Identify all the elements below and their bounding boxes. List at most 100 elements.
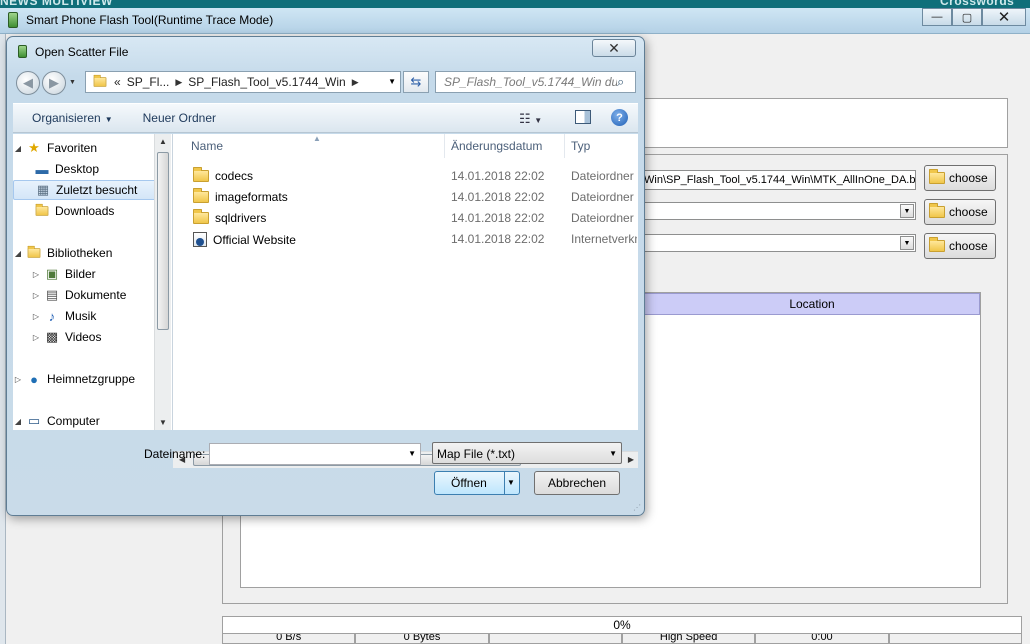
- internet-shortcut-icon: [193, 232, 207, 247]
- split-divider: [504, 472, 505, 494]
- status-cell: 0:00: [755, 634, 889, 644]
- nav-item-favoriten[interactable]: ◢ ★ Favoriten: [13, 138, 159, 158]
- search-icon[interactable]: ⌕: [617, 74, 635, 90]
- location-column-header[interactable]: Location: [644, 293, 980, 315]
- forward-arrow-icon: ▶: [49, 75, 59, 90]
- column-header-type[interactable]: Typ: [565, 134, 638, 158]
- breadcrumb-segment[interactable]: SP_Flash_Tool_v5.1744_Win: [188, 75, 345, 89]
- nav-item-heimnetzgruppe[interactable]: ▷ ● Heimnetzgruppe: [13, 369, 159, 389]
- taskbar-left-text: NEWS MULTIVIEW: [0, 0, 113, 8]
- expand-arrow-icon[interactable]: ◢: [13, 417, 23, 426]
- choose-label: choose: [949, 171, 988, 185]
- folder-icon: [193, 209, 209, 224]
- folder-icon: [929, 237, 945, 252]
- nav-item-videos[interactable]: ▷ ▩ Videos: [13, 327, 159, 347]
- scroll-right-icon[interactable]: ▶: [628, 455, 634, 464]
- forward-button[interactable]: ▶: [42, 71, 66, 95]
- cancel-button[interactable]: Abbrechen: [534, 471, 620, 495]
- file-name: sqldrivers: [215, 211, 267, 225]
- collapse-arrow-icon[interactable]: ▷: [31, 270, 41, 279]
- minimize-button[interactable]: —: [922, 8, 952, 26]
- app-icon: [8, 12, 18, 28]
- nav-item-computer[interactable]: ◢ ▭ Computer: [13, 411, 159, 431]
- details-view-icon: ☷: [519, 111, 531, 126]
- nav-item-musik[interactable]: ▷ ♪ Musik: [13, 306, 159, 326]
- filename-input[interactable]: ▼: [209, 443, 421, 465]
- file-row[interactable]: codecs 14.01.2018 22:02 Dateiordner: [173, 165, 638, 186]
- collapse-arrow-icon[interactable]: ▷: [31, 333, 41, 342]
- maximize-button[interactable]: ▢: [952, 8, 982, 26]
- chevron-right-icon[interactable]: ▶: [352, 77, 359, 88]
- documents-icon: ▤: [45, 287, 59, 302]
- collapse-arrow-icon[interactable]: ▷: [13, 375, 23, 384]
- chevron-right-icon[interactable]: ▶: [175, 77, 182, 88]
- address-bar[interactable]: « SP_Fl... ▶ SP_Flash_Tool_v5.1744_Win ▶…: [85, 71, 401, 93]
- file-row[interactable]: Official Website 14.01.2018 22:02 Intern…: [173, 228, 638, 249]
- recent-locations-dropdown[interactable]: ▼: [69, 79, 76, 86]
- collapse-arrow-icon[interactable]: ▷: [31, 312, 41, 321]
- search-input[interactable]: SP_Flash_Tool_v5.1744_Win du... ⌕: [435, 71, 636, 93]
- close-button[interactable]: ✕: [982, 8, 1026, 26]
- dialog-title: Open Scatter File: [35, 45, 129, 59]
- nav-item-zuletzt-besucht[interactable]: ▦ Zuletzt besucht: [13, 180, 159, 200]
- open-button[interactable]: Öffnen ▼: [434, 471, 520, 495]
- progress-bar: 0%: [222, 616, 1022, 634]
- address-overflow[interactable]: «: [114, 75, 121, 89]
- chevron-down-icon[interactable]: ▼: [408, 449, 416, 458]
- chevron-down-icon[interactable]: ▼: [507, 478, 515, 487]
- column-header-date[interactable]: Änderungsdatum: [445, 134, 565, 158]
- nav-item-bilder[interactable]: ▷ ▣ Bilder: [13, 264, 159, 284]
- file-type: Dateiordner: [571, 169, 634, 183]
- desktop-icon: ▬: [35, 161, 49, 177]
- chevron-down-icon[interactable]: ▼: [900, 236, 914, 250]
- app-titlebar: Smart Phone Flash Tool(Runtime Trace Mod…: [0, 8, 1030, 34]
- preview-pane-icon[interactable]: [575, 110, 591, 124]
- folder-icon: [193, 188, 209, 203]
- auth-file-combo[interactable]: ▼: [640, 234, 916, 252]
- download-agent-path-field[interactable]: Win\SP_Flash_Tool_v5.1744_Win\MTK_AllInO…: [640, 170, 916, 190]
- expand-arrow-icon[interactable]: ◢: [13, 249, 23, 258]
- organize-menu[interactable]: Organisieren ▼: [32, 111, 113, 125]
- chevron-down-icon: ▼: [609, 449, 617, 458]
- nav-pane-scrollbar[interactable]: ▲ ▼: [154, 134, 171, 430]
- folder-icon: [929, 203, 945, 218]
- nav-item-desktop[interactable]: ▬ Desktop: [13, 159, 159, 179]
- breadcrumb-segment[interactable]: SP_Fl...: [127, 75, 170, 89]
- file-type-select[interactable]: Map File (*.txt) ▼: [432, 442, 622, 464]
- file-row[interactable]: sqldrivers 14.01.2018 22:02 Dateiordner: [173, 207, 638, 228]
- file-name: codecs: [215, 169, 254, 183]
- nav-item-bibliotheken[interactable]: ◢ Bibliotheken: [13, 243, 159, 263]
- choose-label: choose: [949, 205, 988, 219]
- collapse-arrow-icon[interactable]: ▷: [31, 291, 41, 300]
- taskbar-strip: NEWS MULTIVIEW Crosswords: [0, 0, 1030, 8]
- refresh-button[interactable]: ⇆: [403, 71, 429, 93]
- file-row[interactable]: imageformats 14.01.2018 22:02 Dateiordne…: [173, 186, 638, 207]
- choose-auth-button[interactable]: choose: [924, 233, 996, 259]
- choose-da-button[interactable]: choose: [924, 165, 996, 191]
- status-cell: 0 B/s: [222, 634, 356, 644]
- status-cell: [488, 634, 622, 644]
- back-button[interactable]: ◀: [16, 71, 40, 95]
- view-options-button[interactable]: ☷ ▼: [519, 111, 542, 127]
- scroll-thumb[interactable]: [157, 152, 169, 330]
- nav-item-downloads[interactable]: Downloads: [13, 201, 159, 221]
- app-icon: [18, 45, 27, 58]
- resize-grip-icon[interactable]: ⋰: [633, 503, 641, 512]
- recent-places-icon: ▦: [36, 182, 50, 197]
- nav-item-dokumente[interactable]: ▷ ▤ Dokumente: [13, 285, 159, 305]
- column-header-name[interactable]: Name: [185, 134, 445, 158]
- chevron-down-icon[interactable]: ▼: [900, 204, 914, 218]
- chevron-down-icon[interactable]: ▼: [388, 77, 396, 86]
- help-icon[interactable]: ?: [611, 109, 628, 126]
- status-cell: 0 Bytes: [355, 634, 489, 644]
- star-icon: ★: [28, 140, 40, 155]
- scatter-file-combo[interactable]: ▼: [640, 202, 916, 220]
- homegroup-icon: ●: [30, 371, 38, 387]
- choose-scatter-button[interactable]: choose: [924, 199, 996, 225]
- taskbar-right-text: Crosswords: [940, 0, 1015, 8]
- expand-arrow-icon[interactable]: ◢: [13, 144, 23, 153]
- new-folder-button[interactable]: Neuer Ordner: [143, 111, 216, 125]
- dialog-close-button[interactable]: ✕: [592, 39, 636, 57]
- scroll-up-icon[interactable]: ▲: [159, 137, 167, 146]
- scroll-down-icon[interactable]: ▼: [159, 418, 167, 427]
